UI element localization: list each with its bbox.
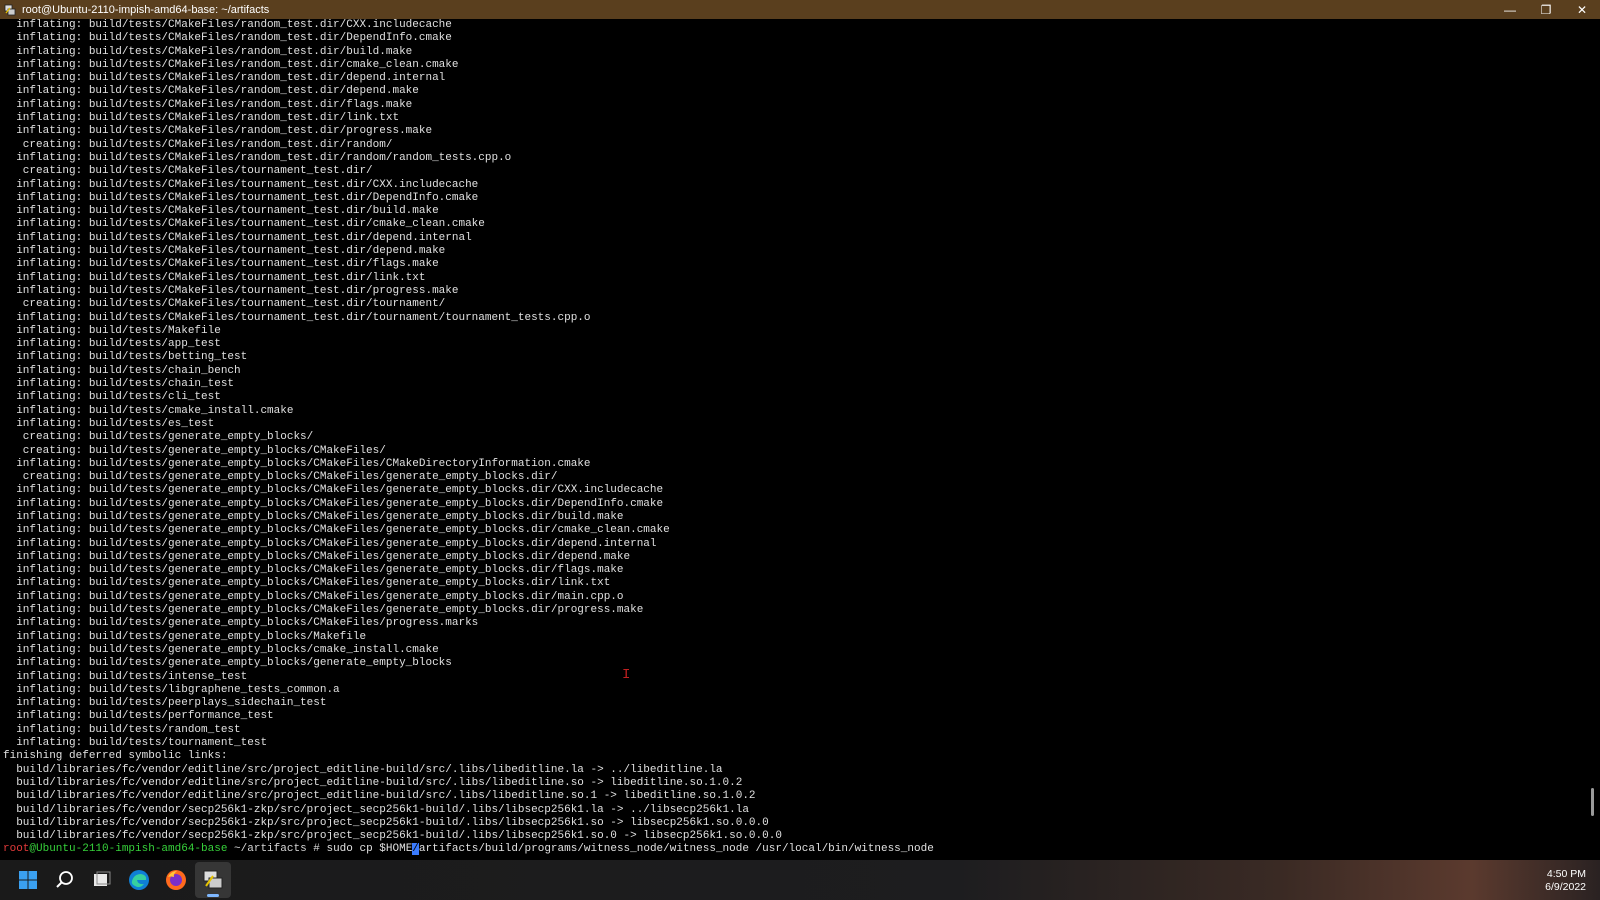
terminal-line: inflating: build/tests/CMakeFiles/random… bbox=[3, 58, 459, 71]
terminal-line: build/libraries/fc/vendor/secp256k1-zkp/… bbox=[3, 830, 782, 843]
terminal-line: inflating: build/tests/betting_test bbox=[3, 351, 248, 364]
prompt-host: @Ubuntu-2110-impish-amd64-base bbox=[29, 843, 228, 856]
terminal-line: inflating: build/tests/cmake_install.cma… bbox=[3, 404, 294, 417]
terminal-line: inflating: build/tests/CMakeFiles/random… bbox=[3, 32, 452, 45]
terminal-line: inflating: build/tests/generate_empty_bl… bbox=[3, 524, 670, 537]
terminal-line: inflating: build/tests/CMakeFiles/tourna… bbox=[3, 271, 426, 284]
terminal-line: inflating: build/tests/CMakeFiles/tourna… bbox=[3, 258, 439, 271]
terminal-line: inflating: build/tests/generate_empty_bl… bbox=[3, 457, 591, 470]
putty-taskbar-icon[interactable] bbox=[195, 862, 231, 898]
terminal-line: build/libraries/fc/vendor/editline/src/p… bbox=[3, 776, 743, 789]
minimize-button[interactable]: — bbox=[1492, 0, 1528, 19]
terminal-line: creating: build/tests/generate_empty_blo… bbox=[3, 431, 314, 444]
terminal-line: inflating: build/tests/performance_test bbox=[3, 710, 274, 723]
clock-time: 4:50 PM bbox=[1546, 868, 1586, 880]
terminal-line: inflating: build/tests/CMakeFiles/tourna… bbox=[3, 218, 485, 231]
terminal-line: inflating: build/tests/generate_empty_bl… bbox=[3, 604, 644, 617]
putty-icon[interactable] bbox=[3, 3, 17, 17]
terminal-line: creating: build/tests/generate_empty_blo… bbox=[3, 444, 386, 457]
terminal-line: inflating: build/tests/CMakeFiles/tourna… bbox=[3, 191, 479, 204]
terminal-line: inflating: build/tests/generate_empty_bl… bbox=[3, 497, 664, 510]
terminal-line: inflating: build/tests/CMakeFiles/tourna… bbox=[3, 231, 472, 244]
terminal-output[interactable]: inflating: build/tests/CMakeFiles/random… bbox=[0, 19, 1586, 860]
terminal-line: inflating: build/tests/generate_empty_bl… bbox=[3, 564, 624, 577]
terminal-line: inflating: build/tests/generate_empty_bl… bbox=[3, 550, 631, 563]
command-prompt-line[interactable]: root@Ubuntu-2110-impish-amd64-base ~/art… bbox=[3, 843, 934, 856]
terminal-line: inflating: build/tests/CMakeFiles/random… bbox=[3, 45, 413, 58]
terminal-line: inflating: build/tests/es_test bbox=[3, 417, 215, 430]
terminal-line: inflating: build/tests/CMakeFiles/tourna… bbox=[3, 245, 446, 258]
terminal-line: inflating: build/tests/generate_empty_bl… bbox=[3, 630, 367, 643]
terminal-line: creating: build/tests/CMakeFiles/tournam… bbox=[3, 298, 446, 311]
terminal-line: inflating: build/tests/CMakeFiles/random… bbox=[3, 98, 413, 111]
ibeam-cursor-icon: I bbox=[622, 667, 631, 683]
window-title: root@Ubuntu-2110-impish-amd64-base: ~/ar… bbox=[22, 3, 270, 16]
terminal-line: inflating: build/tests/Makefile bbox=[3, 324, 221, 337]
maximize-button[interactable]: ❐ bbox=[1528, 0, 1564, 19]
clock-date: 6/9/2022 bbox=[1545, 881, 1586, 893]
terminal-line: inflating: build/tests/generate_empty_bl… bbox=[3, 577, 611, 590]
title-bar: root@Ubuntu-2110-impish-amd64-base: ~/ar… bbox=[0, 0, 1600, 19]
command-text: sudo cp $HOME bbox=[319, 843, 413, 856]
terminal-line: inflating: build/tests/CMakeFiles/tourna… bbox=[3, 178, 479, 191]
terminal-line: inflating: build/tests/generate_empty_bl… bbox=[3, 537, 657, 550]
terminal-line: finishing deferred symbolic links: bbox=[3, 750, 228, 763]
terminal-line: inflating: build/tests/chain_test bbox=[3, 378, 235, 391]
prompt-user: root bbox=[3, 843, 30, 856]
terminal-line: inflating: build/tests/generate_empty_bl… bbox=[3, 657, 452, 670]
terminal-line: inflating: build/tests/CMakeFiles/random… bbox=[3, 85, 419, 98]
terminal-line: inflating: build/tests/intense_test bbox=[3, 670, 248, 683]
terminal-line: inflating: build/tests/CMakeFiles/random… bbox=[3, 112, 400, 125]
terminal-line: creating: build/tests/CMakeFiles/tournam… bbox=[3, 165, 373, 178]
close-button[interactable]: ✕ bbox=[1564, 0, 1600, 19]
terminal-line: inflating: build/tests/CMakeFiles/random… bbox=[3, 125, 433, 138]
terminal-line: inflating: build/tests/CMakeFiles/tourna… bbox=[3, 205, 439, 218]
terminal-line: build/libraries/fc/vendor/editline/src/p… bbox=[3, 763, 723, 776]
terminal-line: inflating: build/tests/tournament_test bbox=[3, 737, 268, 750]
task-view-icon[interactable] bbox=[84, 862, 120, 898]
terminal-line: inflating: build/tests/CMakeFiles/random… bbox=[3, 19, 452, 31]
terminal-line: inflating: build/tests/generate_empty_bl… bbox=[3, 617, 479, 630]
terminal-line: build/libraries/fc/vendor/secp256k1-zkp/… bbox=[3, 803, 749, 816]
taskbar bbox=[0, 860, 1600, 900]
terminal-line: inflating: build/tests/generate_empty_bl… bbox=[3, 484, 664, 497]
terminal-line: inflating: build/tests/generate_empty_bl… bbox=[3, 643, 439, 656]
firefox-icon[interactable] bbox=[158, 862, 194, 898]
terminal-line: inflating: build/tests/random_test bbox=[3, 723, 241, 736]
scrollbar-thumb[interactable] bbox=[1591, 788, 1594, 816]
terminal-line: inflating: build/tests/cli_test bbox=[3, 391, 221, 404]
edge-browser-icon[interactable] bbox=[121, 862, 157, 898]
terminal-line: inflating: build/tests/app_test bbox=[3, 338, 221, 351]
terminal-lines: inflating: build/tests/CMakeFiles/random… bbox=[3, 19, 934, 857]
terminal-line: inflating: build/tests/generate_empty_bl… bbox=[3, 590, 624, 603]
windows-start-icon[interactable] bbox=[10, 862, 46, 898]
terminal-line: inflating: build/tests/generate_empty_bl… bbox=[3, 510, 624, 523]
terminal-line: build/libraries/fc/vendor/secp256k1-zkp/… bbox=[3, 816, 769, 829]
terminal-line: inflating: build/tests/CMakeFiles/random… bbox=[3, 151, 512, 164]
terminal-line: inflating: build/tests/CMakeFiles/tourna… bbox=[3, 311, 591, 324]
terminal-line: inflating: build/tests/libgraphene_tests… bbox=[3, 683, 340, 696]
prompt-path: ~/artifacts # bbox=[227, 843, 320, 856]
search-icon[interactable] bbox=[47, 862, 83, 898]
terminal-line: inflating: build/tests/peerplays_sidecha… bbox=[3, 697, 327, 710]
system-clock[interactable]: 4:50 PM 6/9/2022 bbox=[1545, 868, 1586, 894]
terminal-scrollbar[interactable] bbox=[1586, 19, 1600, 860]
terminal-line: inflating: build/tests/CMakeFiles/tourna… bbox=[3, 284, 459, 297]
terminal-line: inflating: build/tests/CMakeFiles/random… bbox=[3, 72, 446, 85]
text-cursor: / bbox=[412, 843, 419, 856]
command-text-rest: artifacts/build/programs/witness_node/wi… bbox=[418, 843, 934, 856]
terminal-line: creating: build/tests/CMakeFiles/random_… bbox=[3, 138, 393, 151]
terminal-line: build/libraries/fc/vendor/editline/src/p… bbox=[3, 790, 756, 803]
terminal-line: creating: build/tests/generate_empty_blo… bbox=[3, 471, 558, 484]
terminal-line: inflating: build/tests/chain_bench bbox=[3, 364, 241, 377]
